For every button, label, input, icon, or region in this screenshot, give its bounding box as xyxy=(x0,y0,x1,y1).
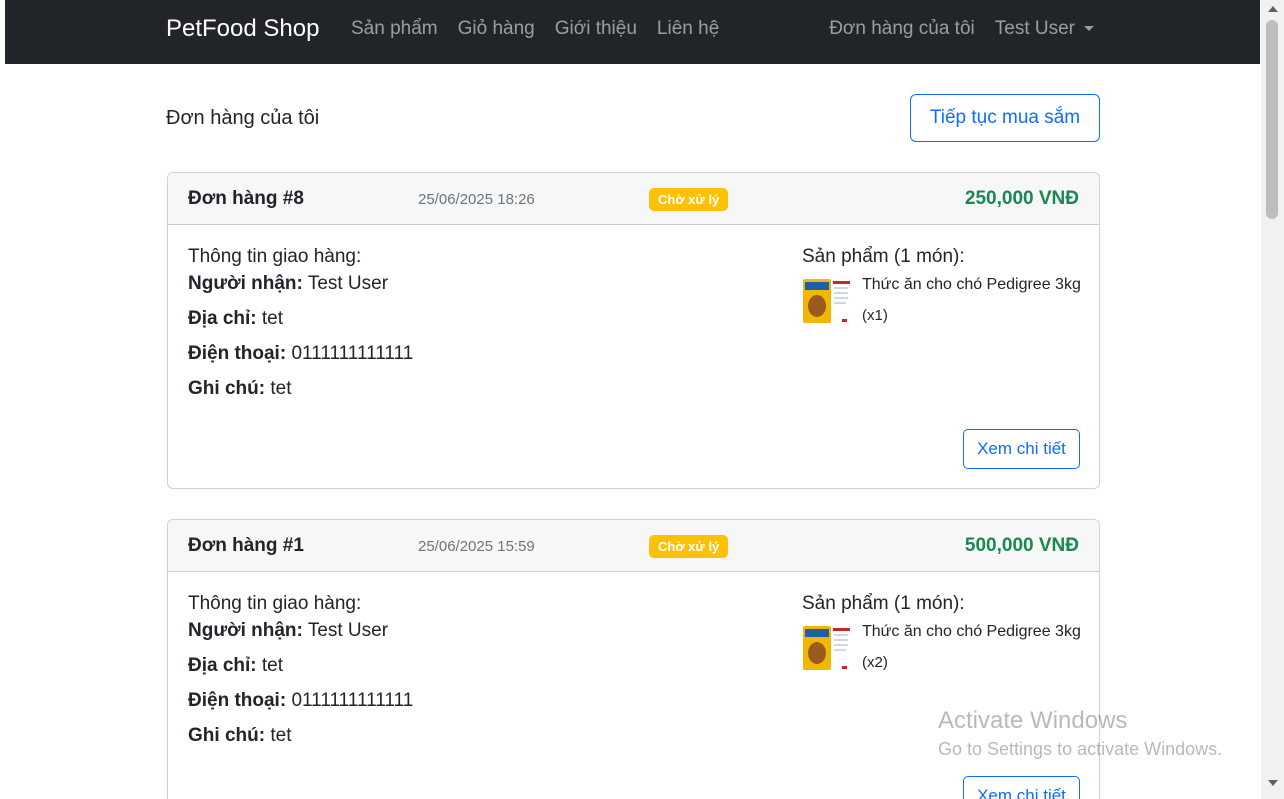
page: PetFood Shop Sản phẩm Giỏ hàng Giới thiệ… xyxy=(5,0,1260,799)
phone-line: Điện thoại: 0111111111111 xyxy=(188,343,413,365)
products-heading: Sản phẩm (1 món): xyxy=(802,246,965,267)
recipient-label: Người nhận: xyxy=(188,273,303,294)
scroll-thumb[interactable] xyxy=(1266,20,1278,219)
order-total: 500,000 VNĐ xyxy=(964,535,1079,556)
recipient-label: Người nhận: xyxy=(188,620,303,641)
view-detail-button[interactable]: Xem chi tiết xyxy=(963,429,1080,469)
shipping-heading: Thông tin giao hàng: xyxy=(188,246,362,267)
order-card: Đơn hàng #8 25/06/2025 18:26 Chờ xử lý 2… xyxy=(167,172,1100,489)
order-card-header: Đơn hàng #8 25/06/2025 18:26 Chờ xử lý 2… xyxy=(168,173,1099,225)
address-label: Địa chỉ: xyxy=(188,655,257,676)
page-title: Đơn hàng của tôi xyxy=(166,107,320,129)
recipient-line: Người nhận: Test User xyxy=(188,620,388,642)
nav-link-cart[interactable]: Giỏ hàng xyxy=(458,18,535,40)
brand-link[interactable]: PetFood Shop xyxy=(166,15,319,43)
status-badge: Chờ xử lý xyxy=(649,535,729,558)
order-date: 25/06/2025 18:26 xyxy=(418,191,535,208)
order-id: Đơn hàng #1 xyxy=(188,535,304,556)
note-label: Ghi chú: xyxy=(188,725,266,746)
note-line: Ghi chú: tet xyxy=(188,725,291,747)
user-name: Test User xyxy=(994,18,1075,39)
recipient-value: Test User xyxy=(307,620,389,641)
nav-link-contact[interactable]: Liên hệ xyxy=(657,18,719,40)
user-dropdown-toggle[interactable]: Test User xyxy=(995,18,1094,40)
nav-link-my-orders[interactable]: Đơn hàng của tôi xyxy=(829,18,975,40)
vertical-scrollbar[interactable] xyxy=(1261,0,1284,799)
address-value: tet xyxy=(261,308,284,329)
nav-links: Sản phẩm Giỏ hàng Giới thiệu Liên hệ xyxy=(351,18,719,40)
order-total: 250,000 VNĐ xyxy=(964,188,1079,209)
scroll-down-arrow-icon[interactable] xyxy=(1268,780,1278,786)
order-card-header: Đơn hàng #1 25/06/2025 15:59 Chờ xử lý 5… xyxy=(168,520,1099,572)
address-line: Địa chỉ: tet xyxy=(188,655,283,677)
scroll-up-arrow-icon[interactable] xyxy=(1268,6,1278,12)
shipping-heading: Thông tin giao hàng: xyxy=(188,593,362,614)
note-value: tet xyxy=(270,378,292,399)
phone-value: 0111111111111 xyxy=(291,343,414,364)
navbar: PetFood Shop Sản phẩm Giỏ hàng Giới thiệ… xyxy=(5,0,1260,64)
nav-right: Đơn hàng của tôi Test User xyxy=(829,18,1094,40)
product-thumbnail xyxy=(802,620,852,672)
product-thumbnail xyxy=(802,273,852,325)
phone-label: Điện thoại: xyxy=(188,343,287,364)
note-label: Ghi chú: xyxy=(188,378,266,399)
order-id: Đơn hàng #8 xyxy=(188,188,304,209)
recipient-value: Test User xyxy=(307,273,389,294)
view-detail-button[interactable]: Xem chi tiết xyxy=(963,776,1080,799)
nav-link-about[interactable]: Giới thiệu xyxy=(555,18,637,40)
product-quantity: (x2) xyxy=(862,654,888,671)
phone-line: Điện thoại: 0111111111111 xyxy=(188,690,413,712)
address-value: tet xyxy=(261,655,284,676)
note-line: Ghi chú: tet xyxy=(188,378,291,400)
nav-link-products[interactable]: Sản phẩm xyxy=(351,18,438,40)
continue-shopping-button[interactable]: Tiếp tục mua sắm xyxy=(910,94,1100,142)
address-line: Địa chỉ: tet xyxy=(188,308,283,330)
caret-down-icon xyxy=(1084,26,1094,32)
note-value: tet xyxy=(270,725,292,746)
order-card: Đơn hàng #1 25/06/2025 15:59 Chờ xử lý 5… xyxy=(167,519,1100,799)
phone-value: 0111111111111 xyxy=(291,690,414,711)
order-date: 25/06/2025 15:59 xyxy=(418,538,535,555)
recipient-line: Người nhận: Test User xyxy=(188,273,388,295)
status-badge: Chờ xử lý xyxy=(649,188,729,211)
address-label: Địa chỉ: xyxy=(188,308,257,329)
product-name: Thức ăn cho chó Pedigree 3kg xyxy=(862,623,1081,640)
phone-label: Điện thoại: xyxy=(188,690,287,711)
product-name: Thức ăn cho chó Pedigree 3kg xyxy=(862,276,1081,293)
products-heading: Sản phẩm (1 món): xyxy=(802,593,965,614)
product-quantity: (x1) xyxy=(862,307,888,324)
